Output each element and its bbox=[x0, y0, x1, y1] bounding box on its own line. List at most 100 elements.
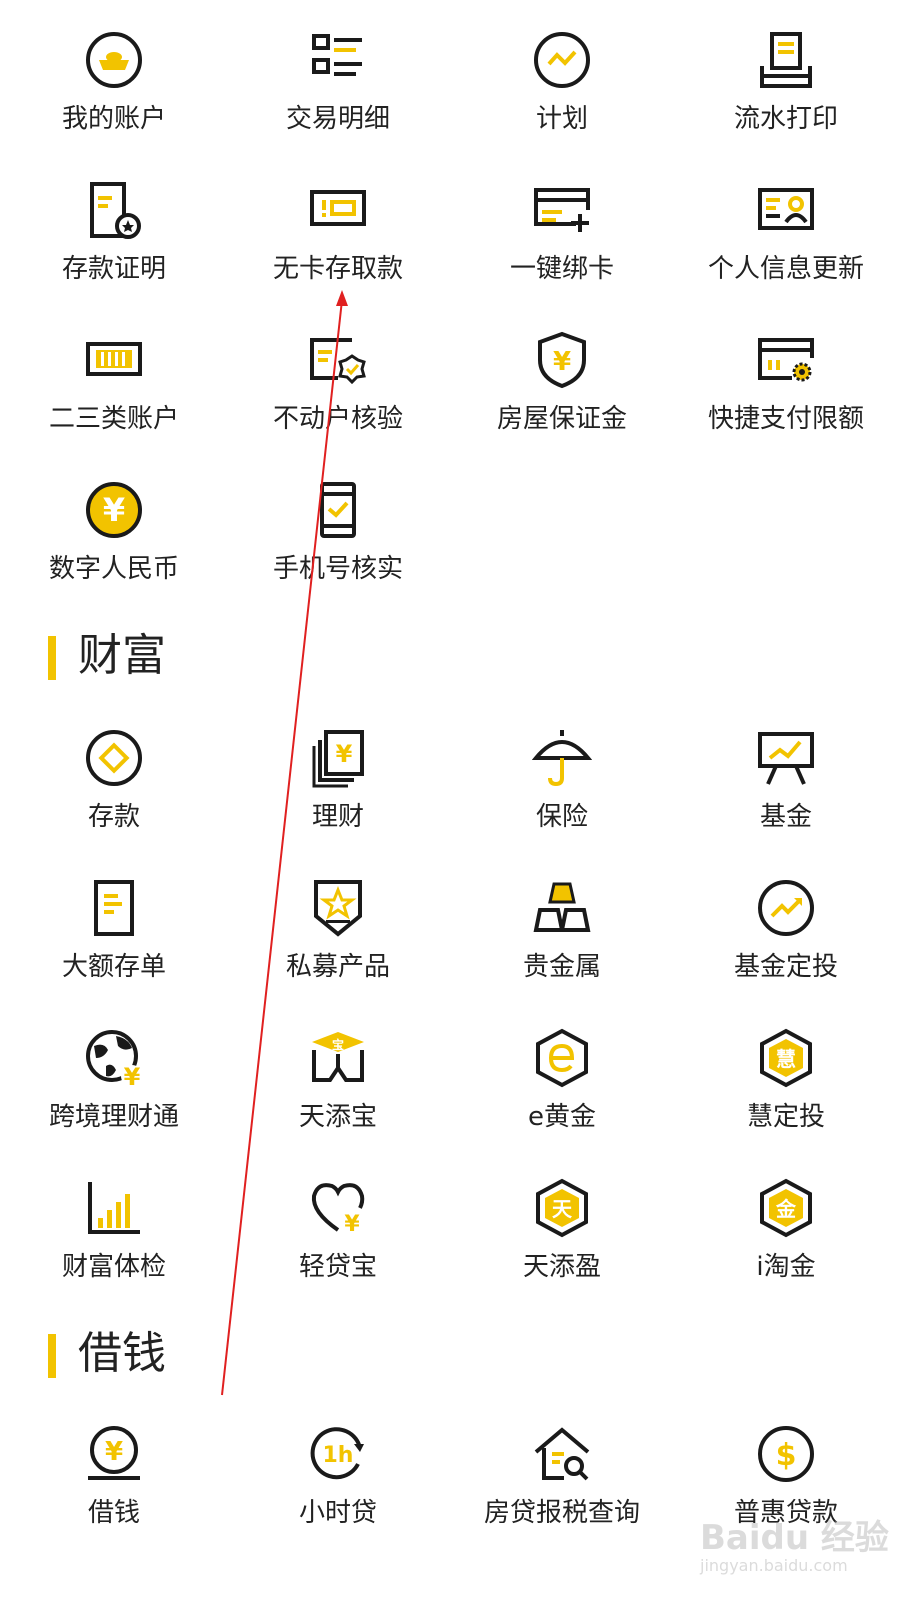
e-gold-button[interactable]: e黄金 bbox=[448, 1028, 676, 1178]
hour-loan-button[interactable]: 1h 小时贷 bbox=[224, 1424, 452, 1574]
item-label: 流水打印 bbox=[733, 104, 838, 134]
item-label: 无卡存取款 bbox=[272, 254, 403, 284]
certificate-icon bbox=[84, 180, 144, 240]
svg-text:¥: ¥ bbox=[103, 491, 125, 529]
account-class-icon bbox=[84, 330, 144, 390]
fund-investment-plan-button[interactable]: 基金定投 bbox=[672, 878, 900, 1028]
class-account-button[interactable]: 二三类账户 bbox=[0, 330, 228, 480]
tiantianying-button[interactable]: 天 天添盈 bbox=[448, 1178, 676, 1328]
wealth-checkup-button[interactable]: 财富体检 bbox=[0, 1178, 228, 1328]
hex-tian-icon: 天 bbox=[532, 1178, 592, 1238]
cardless-deposit-button[interactable]: 无卡存取款 bbox=[224, 180, 452, 330]
item-label: 不动户核验 bbox=[272, 404, 403, 434]
precious-metal-button[interactable]: 贵金属 bbox=[448, 878, 676, 1028]
bar-chart-icon bbox=[84, 1178, 144, 1238]
hex-e-icon bbox=[532, 1028, 592, 1088]
housing-deposit-button[interactable]: ¥ 房屋保证金 bbox=[448, 330, 676, 480]
section-title: 财富 bbox=[78, 630, 166, 681]
shield-yen-icon: ¥ bbox=[532, 330, 592, 390]
item-label: 快捷支付限额 bbox=[707, 404, 864, 434]
svg-text:天: 天 bbox=[552, 1197, 573, 1221]
item-label: 私募产品 bbox=[285, 952, 390, 982]
document-icon bbox=[84, 878, 144, 938]
house-search-icon bbox=[532, 1424, 592, 1484]
item-label: 存款 bbox=[87, 802, 140, 832]
hour-clock-icon: 1h bbox=[308, 1424, 368, 1484]
trend-up-circle-icon bbox=[756, 878, 816, 938]
svg-text:宝: 宝 bbox=[332, 1037, 344, 1052]
large-deposit-button[interactable]: 大额存单 bbox=[0, 878, 228, 1028]
item-label: 房贷报税查询 bbox=[483, 1498, 640, 1528]
svg-text:¥: ¥ bbox=[105, 1437, 123, 1467]
watermark-url: jingyan.baidu.com bbox=[700, 1556, 848, 1575]
insurance-button[interactable]: 保险 bbox=[448, 728, 676, 878]
item-label: 基金定投 bbox=[733, 952, 838, 982]
watermark-brand: Baidu 经验 bbox=[700, 1518, 889, 1558]
mortgage-tax-query-button[interactable]: 房贷报税查询 bbox=[448, 1424, 676, 1574]
item-label: 一键绑卡 bbox=[509, 254, 614, 284]
svg-text:¥: ¥ bbox=[553, 347, 571, 377]
item-label: 慧定投 bbox=[746, 1102, 825, 1132]
umbrella-icon bbox=[532, 728, 592, 788]
section-title: 借钱 bbox=[78, 1328, 166, 1379]
item-label: 天添宝 bbox=[298, 1102, 377, 1132]
section-accent-bar bbox=[48, 636, 56, 680]
dollar-circle-icon: $ bbox=[756, 1424, 816, 1484]
digital-rmb-button[interactable]: ¥ 数字人民币 bbox=[0, 480, 228, 630]
private-product-button[interactable]: 私募产品 bbox=[224, 878, 452, 1028]
tiantianbao-button[interactable]: 宝 天添宝 bbox=[224, 1028, 452, 1178]
item-label: 个人信息更新 bbox=[707, 254, 864, 284]
i-taojin-button[interactable]: 金 i淘金 bbox=[672, 1178, 900, 1328]
cross-border-wealth-button[interactable]: ¥ 跨境理财通 bbox=[0, 1028, 228, 1178]
item-label: e黄金 bbox=[528, 1102, 596, 1132]
item-label: 存款证明 bbox=[61, 254, 166, 284]
heart-yen-icon: ¥ bbox=[308, 1178, 368, 1238]
cardless-icon bbox=[308, 180, 368, 240]
globe-yen-icon: ¥ bbox=[84, 1028, 144, 1088]
svg-text:¥: ¥ bbox=[336, 740, 353, 768]
my-account-button[interactable]: 我的账户 bbox=[0, 30, 228, 180]
wealth-management-button[interactable]: ¥ 理财 bbox=[224, 728, 452, 878]
item-label: 小时贷 bbox=[298, 1498, 377, 1528]
item-label: 大额存单 bbox=[61, 952, 166, 982]
deposit-button[interactable]: 存款 bbox=[0, 728, 228, 878]
statement-print-button[interactable]: 流水打印 bbox=[672, 30, 900, 180]
qingdaibao-button[interactable]: ¥ 轻贷宝 bbox=[224, 1178, 452, 1328]
item-label: 基金 bbox=[759, 802, 812, 832]
hex-jin-icon: 金 bbox=[756, 1178, 816, 1238]
svg-text:¥: ¥ bbox=[124, 1063, 141, 1088]
box-bao-icon: 宝 bbox=[308, 1028, 368, 1088]
svg-text:金: 金 bbox=[775, 1197, 797, 1221]
fund-button[interactable]: 基金 bbox=[672, 728, 900, 878]
item-label: 计划 bbox=[535, 104, 588, 134]
item-label: i淘金 bbox=[756, 1252, 816, 1282]
info-update-button[interactable]: 个人信息更新 bbox=[672, 180, 900, 330]
transaction-details-button[interactable]: 交易明细 bbox=[224, 30, 452, 180]
quick-pay-limit-button[interactable]: 快捷支付限额 bbox=[672, 330, 900, 480]
item-label: 手机号核实 bbox=[272, 554, 403, 584]
svg-text:$: $ bbox=[776, 1438, 797, 1473]
item-label: 财富体检 bbox=[61, 1252, 166, 1282]
section-accent-bar bbox=[48, 1334, 56, 1378]
phone-verify-button[interactable]: 手机号核实 bbox=[224, 480, 452, 630]
trend-circle-icon bbox=[532, 30, 592, 90]
digital-yen-icon: ¥ bbox=[84, 480, 144, 540]
item-label: 轻贷宝 bbox=[298, 1252, 377, 1282]
add-card-icon bbox=[532, 180, 592, 240]
coin-yen-icon: ¥ bbox=[84, 1424, 144, 1484]
item-label: 天添盈 bbox=[522, 1252, 601, 1282]
dormant-account-verify-button[interactable]: 不动户核验 bbox=[224, 330, 452, 480]
phone-check-icon bbox=[308, 480, 368, 540]
hui-dingtou-button[interactable]: 慧 慧定投 bbox=[672, 1028, 900, 1178]
borrow-money-button[interactable]: ¥ 借钱 bbox=[0, 1424, 228, 1574]
id-card-icon bbox=[756, 180, 816, 240]
item-label: 贵金属 bbox=[522, 952, 601, 982]
hex-hui-icon: 慧 bbox=[756, 1028, 816, 1088]
gold-bars-icon bbox=[532, 878, 592, 938]
bind-card-button[interactable]: 一键绑卡 bbox=[448, 180, 676, 330]
list-icon bbox=[308, 30, 368, 90]
item-label: 借钱 bbox=[87, 1498, 140, 1528]
printer-icon bbox=[756, 30, 816, 90]
deposit-certificate-button[interactable]: 存款证明 bbox=[0, 180, 228, 330]
plan-button[interactable]: 计划 bbox=[448, 30, 676, 180]
